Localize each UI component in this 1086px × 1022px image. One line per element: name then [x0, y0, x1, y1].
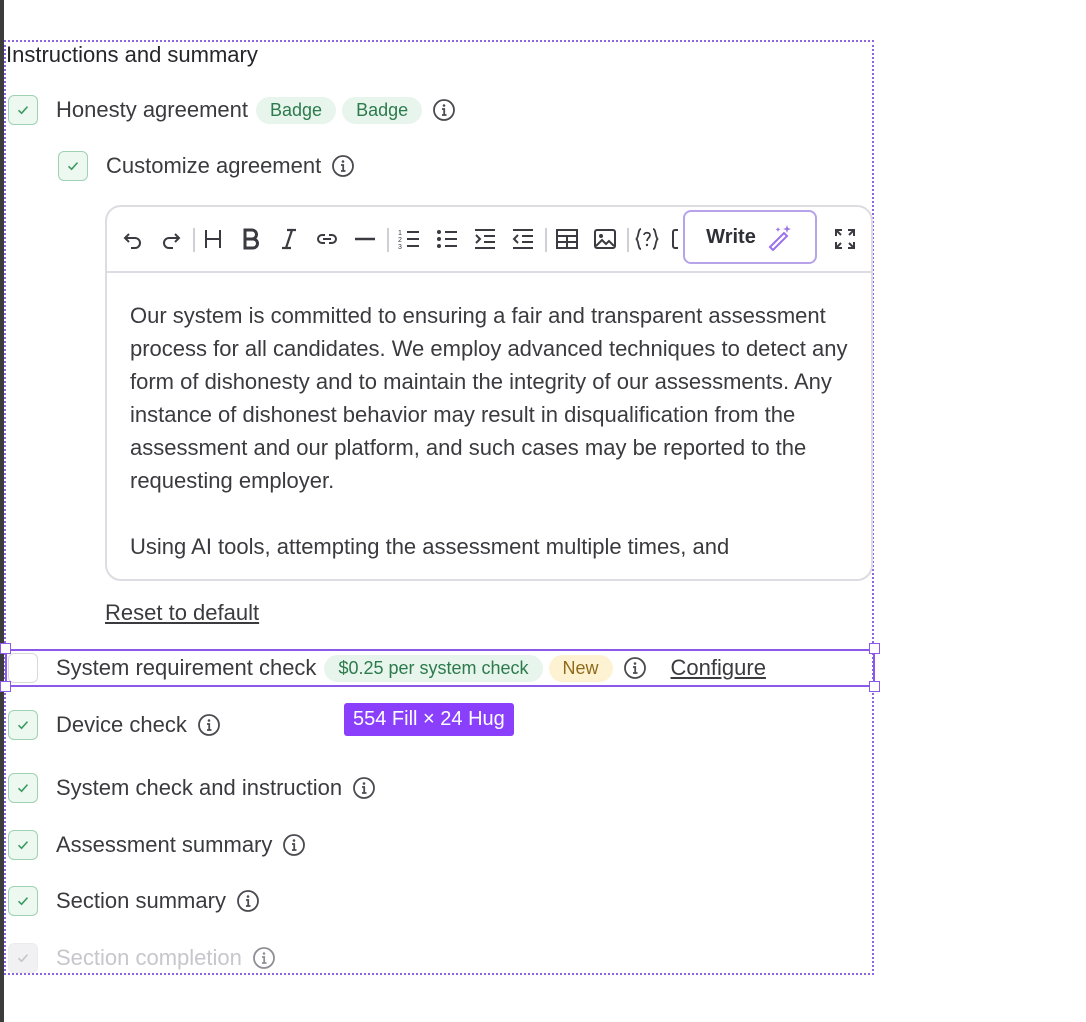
resize-handle[interactable] — [869, 681, 880, 692]
honesty-agreement-checkbox[interactable] — [8, 95, 38, 125]
system-check-instruction-checkbox[interactable] — [8, 773, 38, 803]
editor-paragraph: Using AI tools, attempting the assessmen… — [130, 534, 730, 559]
bullet-list-icon[interactable] — [435, 227, 459, 251]
write-button-label: Write — [706, 225, 756, 248]
device-check-label: Device check — [56, 712, 187, 737]
ordered-list-icon[interactable]: 123 — [397, 227, 421, 251]
info-icon[interactable] — [282, 833, 306, 857]
table-icon[interactable] — [555, 227, 579, 251]
section-summary-row: Section summary — [8, 886, 260, 916]
image-icon[interactable] — [593, 227, 617, 251]
editor-content[interactable]: Our system is committed to ensuring a fa… — [130, 299, 852, 577]
section-summary-label: Section summary — [56, 888, 226, 913]
link-icon[interactable] — [315, 227, 339, 251]
indent-icon[interactable] — [473, 227, 497, 251]
reset-to-default-link[interactable]: Reset to default — [105, 600, 259, 626]
horizontal-rule-icon[interactable] — [353, 227, 377, 251]
badge: Badge — [342, 96, 423, 124]
customize-agreement-label: Customize agreement — [106, 153, 322, 178]
check-icon — [17, 954, 29, 963]
toolbar-divider — [545, 228, 547, 252]
bold-icon[interactable] — [239, 227, 263, 251]
copy-icon[interactable] — [671, 227, 679, 251]
info-icon[interactable] — [197, 713, 221, 737]
resize-handle[interactable] — [0, 681, 11, 692]
resize-handle[interactable] — [869, 643, 880, 654]
check-icon — [17, 721, 29, 730]
info-icon — [252, 947, 275, 969]
fullscreen-icon[interactable] — [833, 227, 857, 251]
svg-text:1: 1 — [398, 230, 402, 237]
info-icon[interactable] — [331, 154, 355, 178]
svg-text:2: 2 — [398, 237, 402, 244]
outdent-icon[interactable] — [511, 227, 535, 251]
section-completion-row: Section completion — [8, 943, 276, 973]
customize-agreement-checkbox[interactable] — [58, 151, 88, 181]
toolbar-divider — [193, 228, 195, 252]
write-button[interactable]: Write — [683, 210, 817, 264]
editor-toolbar: 123 Write — [107, 207, 871, 273]
honesty-agreement-label: Honesty agreement — [56, 97, 248, 122]
heading-icon[interactable] — [201, 227, 225, 251]
check-icon — [67, 162, 79, 171]
honesty-agreement-row: Honesty agreement Badge Badge — [8, 95, 456, 125]
device-check-checkbox[interactable] — [8, 710, 38, 740]
check-icon — [17, 106, 29, 115]
toolbar-divider — [627, 228, 629, 252]
device-check-row: Device check — [8, 710, 221, 740]
assessment-summary-label: Assessment summary — [56, 832, 273, 857]
system-check-instruction-label: System check and instruction — [56, 775, 343, 800]
check-icon — [17, 784, 29, 793]
dimension-label: 554 Fill × 24 Hug — [344, 703, 514, 736]
check-icon — [17, 841, 29, 850]
svg-text:3: 3 — [398, 244, 402, 251]
variable-icon[interactable] — [635, 227, 659, 251]
redo-icon[interactable] — [159, 227, 183, 251]
magic-wand-icon — [768, 225, 791, 251]
system-check-instruction-row: System check and instruction — [8, 773, 376, 803]
customize-agreement-row: Customize agreement — [58, 151, 355, 181]
section-completion-label: Section completion — [56, 945, 242, 970]
editor-paragraph: Our system is committed to ensuring a fa… — [130, 303, 848, 493]
section-summary-checkbox[interactable] — [8, 886, 38, 916]
section-completion-checkbox — [8, 943, 38, 973]
toolbar-divider — [387, 228, 389, 252]
assessment-summary-checkbox[interactable] — [8, 830, 38, 860]
section-title: Instructions and summary — [6, 42, 258, 67]
info-icon[interactable] — [236, 889, 260, 913]
undo-icon[interactable] — [121, 227, 145, 251]
selection-outline — [5, 649, 875, 687]
resize-handle[interactable] — [0, 643, 11, 654]
badge: Badge — [256, 96, 337, 124]
info-icon[interactable] — [432, 98, 456, 122]
reset-row: Reset to default — [105, 600, 259, 626]
rich-text-editor: 123 Write Our system is committed to ens… — [105, 205, 873, 581]
assessment-summary-row: Assessment summary — [8, 830, 306, 860]
info-icon[interactable] — [352, 776, 376, 800]
italic-icon[interactable] — [277, 227, 301, 251]
check-icon — [17, 897, 29, 906]
